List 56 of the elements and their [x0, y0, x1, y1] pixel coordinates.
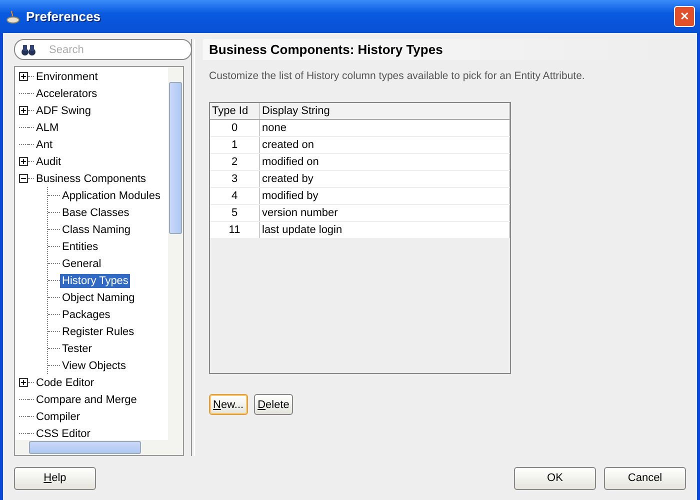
table-button[interactable]: Delete — [254, 394, 294, 415]
tree-item[interactable]: Accelerators — [34, 86, 100, 100]
tree-item[interactable]: Tester — [60, 342, 94, 356]
table-cell: modified by — [260, 188, 510, 204]
table-cell: 4 — [210, 188, 260, 204]
help-button[interactable]: Help — [14, 466, 96, 490]
horizontal-scrollbar[interactable] — [15, 440, 183, 455]
tree-item[interactable]: Compiler — [34, 410, 82, 424]
table-cell: created on — [260, 137, 510, 153]
expand-icon[interactable] — [19, 106, 28, 115]
tree-item[interactable]: View Objects — [60, 358, 128, 372]
coffee-cup-icon — [6, 10, 20, 24]
page-description: Customize the list of History column types available to pick for an Entity Attribute. — [209, 70, 586, 82]
tree-item[interactable]: Business Components — [34, 172, 148, 186]
tree-item[interactable]: Ant — [34, 138, 55, 152]
tree-item[interactable]: Application Modules — [60, 188, 162, 202]
tree-item[interactable]: History Types — [60, 274, 130, 288]
table-cell: 1 — [210, 137, 260, 153]
table-cell: 0 — [210, 120, 260, 136]
tree-item[interactable]: Entities — [60, 240, 100, 254]
tree-item[interactable]: Compare and Merge — [34, 392, 139, 406]
table-cell: created by — [260, 171, 510, 187]
search-field[interactable]: Search — [14, 39, 192, 60]
tree-item[interactable]: Audit — [34, 154, 64, 168]
tree-item[interactable]: Class Naming — [60, 222, 132, 236]
table-cell: 3 — [210, 171, 260, 187]
table-cell: modified on — [260, 154, 510, 170]
table-cell: version number — [260, 205, 510, 221]
close-button[interactable]: ✕ — [674, 6, 695, 27]
tree-item[interactable]: Register Rules — [60, 324, 136, 338]
vertical-scrollbar[interactable] — [168, 67, 183, 440]
tree-item[interactable]: Environment — [34, 70, 100, 84]
expand-icon[interactable] — [19, 157, 28, 166]
expand-icon[interactable] — [19, 378, 28, 387]
tree-item[interactable]: ADF Swing — [34, 104, 94, 118]
table-cell: 2 — [210, 154, 260, 170]
tree-item[interactable]: Code Editor — [34, 376, 96, 390]
table-cell: 5 — [210, 205, 260, 221]
column-header[interactable]: Display String — [260, 103, 510, 119]
column-header[interactable]: Type Id — [210, 103, 260, 119]
dialog-button[interactable]: Cancel — [604, 466, 686, 490]
tree-item[interactable]: Object Naming — [60, 290, 137, 304]
tree-item[interactable]: Base Classes — [60, 206, 132, 220]
tree-item[interactable]: Packages — [60, 308, 112, 322]
table-button[interactable]: New... — [209, 394, 248, 415]
window-title: Preferences — [26, 9, 102, 24]
collapse-icon[interactable] — [19, 174, 28, 183]
table-cell: none — [260, 120, 510, 136]
expand-icon[interactable] — [19, 72, 28, 81]
binoculars-icon — [21, 44, 36, 56]
table-cell: last update login — [260, 222, 510, 238]
table-cell: 11 — [210, 222, 260, 238]
tree-item[interactable]: General — [60, 256, 104, 270]
tree-item[interactable]: ALM — [34, 120, 61, 134]
dialog-button[interactable]: OK — [514, 466, 596, 490]
tree-item[interactable]: CSS Editor — [34, 426, 92, 440]
